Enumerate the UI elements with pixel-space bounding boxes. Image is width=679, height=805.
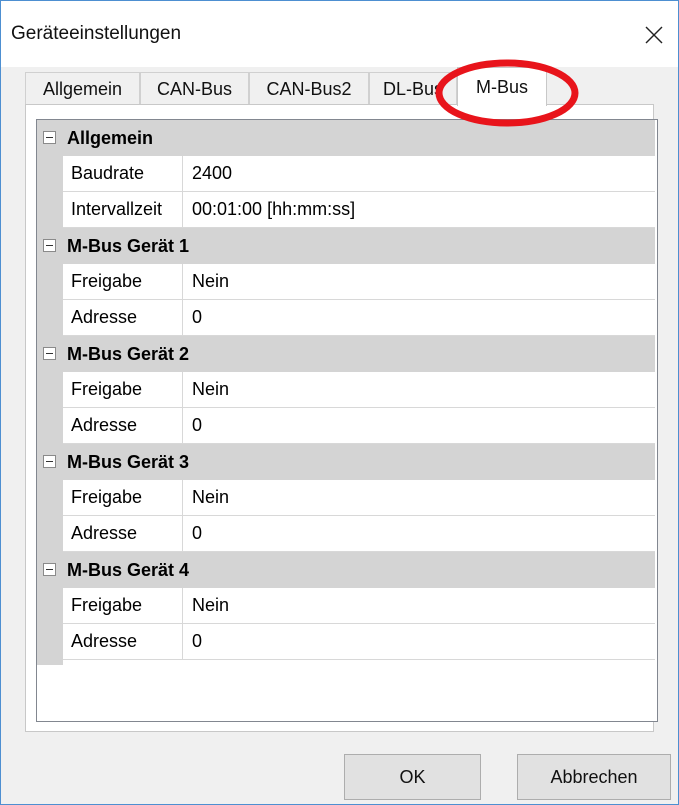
collapse-icon[interactable] [43,563,56,576]
close-icon [645,26,663,44]
tab-can-bus[interactable]: CAN-Bus [140,72,249,105]
property-gutter [37,156,63,192]
category-gutter [37,228,63,264]
grid-property-row[interactable]: Adresse 0 [37,624,655,660]
property-grid-rows: Allgemein Baudrate 2400 Intervallzeit 00:01:… [37,120,655,660]
grid-property-row[interactable]: Freigabe Nein [37,480,655,516]
tab-can-bus2[interactable]: CAN-Bus2 [249,72,369,105]
grid-property-row[interactable]: Adresse 0 [37,300,655,336]
property-gutter [37,588,63,624]
collapse-icon[interactable] [43,347,56,360]
property-gutter [37,264,63,300]
dialog-title: Geräteeinstellungen [11,23,182,44]
close-button[interactable] [634,15,674,55]
grid-category[interactable]: M-Bus Gerät 3 [37,444,655,480]
title-bar: Geräteeinstellungen [1,1,678,67]
grid-category[interactable]: M-Bus Gerät 2 [37,336,655,372]
property-gutter [37,372,63,408]
tab-m-bus[interactable]: M-Bus [457,67,547,106]
property-value[interactable]: Nein [183,264,655,300]
property-value[interactable]: Nein [183,480,655,516]
cancel-button[interactable]: Abbrechen [517,754,671,800]
property-grid[interactable]: Allgemein Baudrate 2400 Intervallzeit 00:01:… [36,119,658,722]
grid-property-row[interactable]: Freigabe Nein [37,264,655,300]
collapse-icon[interactable] [43,455,56,468]
grid-property-row[interactable]: Intervallzeit 00:01:00 [hh:mm:ss] [37,192,655,228]
property-name: Adresse [63,624,183,660]
property-value[interactable]: 0 [183,408,655,444]
property-gutter [37,480,63,516]
grid-property-row[interactable]: Freigabe Nein [37,372,655,408]
property-value[interactable]: Nein [183,372,655,408]
category-label: Allgemein [63,120,655,156]
grid-category[interactable]: M-Bus Gerät 1 [37,228,655,264]
ok-button[interactable]: OK [344,754,481,800]
property-value[interactable]: 0 [183,300,655,336]
property-name: Adresse [63,300,183,336]
property-gutter [37,624,63,660]
category-label: M-Bus Gerät 3 [63,444,655,480]
grid-property-row[interactable]: Freigabe Nein [37,588,655,624]
category-label: M-Bus Gerät 4 [63,552,655,588]
property-gutter [37,192,63,228]
collapse-icon[interactable] [43,131,56,144]
collapse-icon[interactable] [43,239,56,252]
category-gutter [37,444,63,480]
property-value[interactable]: 2400 [183,156,655,192]
property-gutter [37,516,63,552]
category-gutter [37,552,63,588]
property-value[interactable]: Nein [183,588,655,624]
property-value[interactable]: 0 [183,624,655,660]
property-gutter [37,300,63,336]
category-gutter [37,336,63,372]
tab-dl-bus[interactable]: DL-Bus [369,72,457,105]
property-name: Freigabe [63,372,183,408]
tab-allgemein[interactable]: Allgemein [25,72,140,105]
category-label: M-Bus Gerät 2 [63,336,655,372]
property-value[interactable]: 0 [183,516,655,552]
property-name: Intervallzeit [63,192,183,228]
property-name: Freigabe [63,264,183,300]
grid-property-row[interactable]: Adresse 0 [37,516,655,552]
category-label: M-Bus Gerät 1 [63,228,655,264]
property-name: Freigabe [63,588,183,624]
property-name: Adresse [63,408,183,444]
grid-property-row[interactable]: Baudrate 2400 [37,156,655,192]
property-value[interactable]: 00:01:00 [hh:mm:ss] [183,192,655,228]
grid-property-row[interactable]: Adresse 0 [37,408,655,444]
grid-category[interactable]: Allgemein [37,120,655,156]
grid-category[interactable]: M-Bus Gerät 4 [37,552,655,588]
property-name: Adresse [63,516,183,552]
property-name: Baudrate [63,156,183,192]
category-gutter [37,120,63,156]
property-gutter [37,408,63,444]
property-name: Freigabe [63,480,183,516]
settings-dialog: Geräteeinstellungen Allgemein CAN-Bus CA… [0,0,679,805]
